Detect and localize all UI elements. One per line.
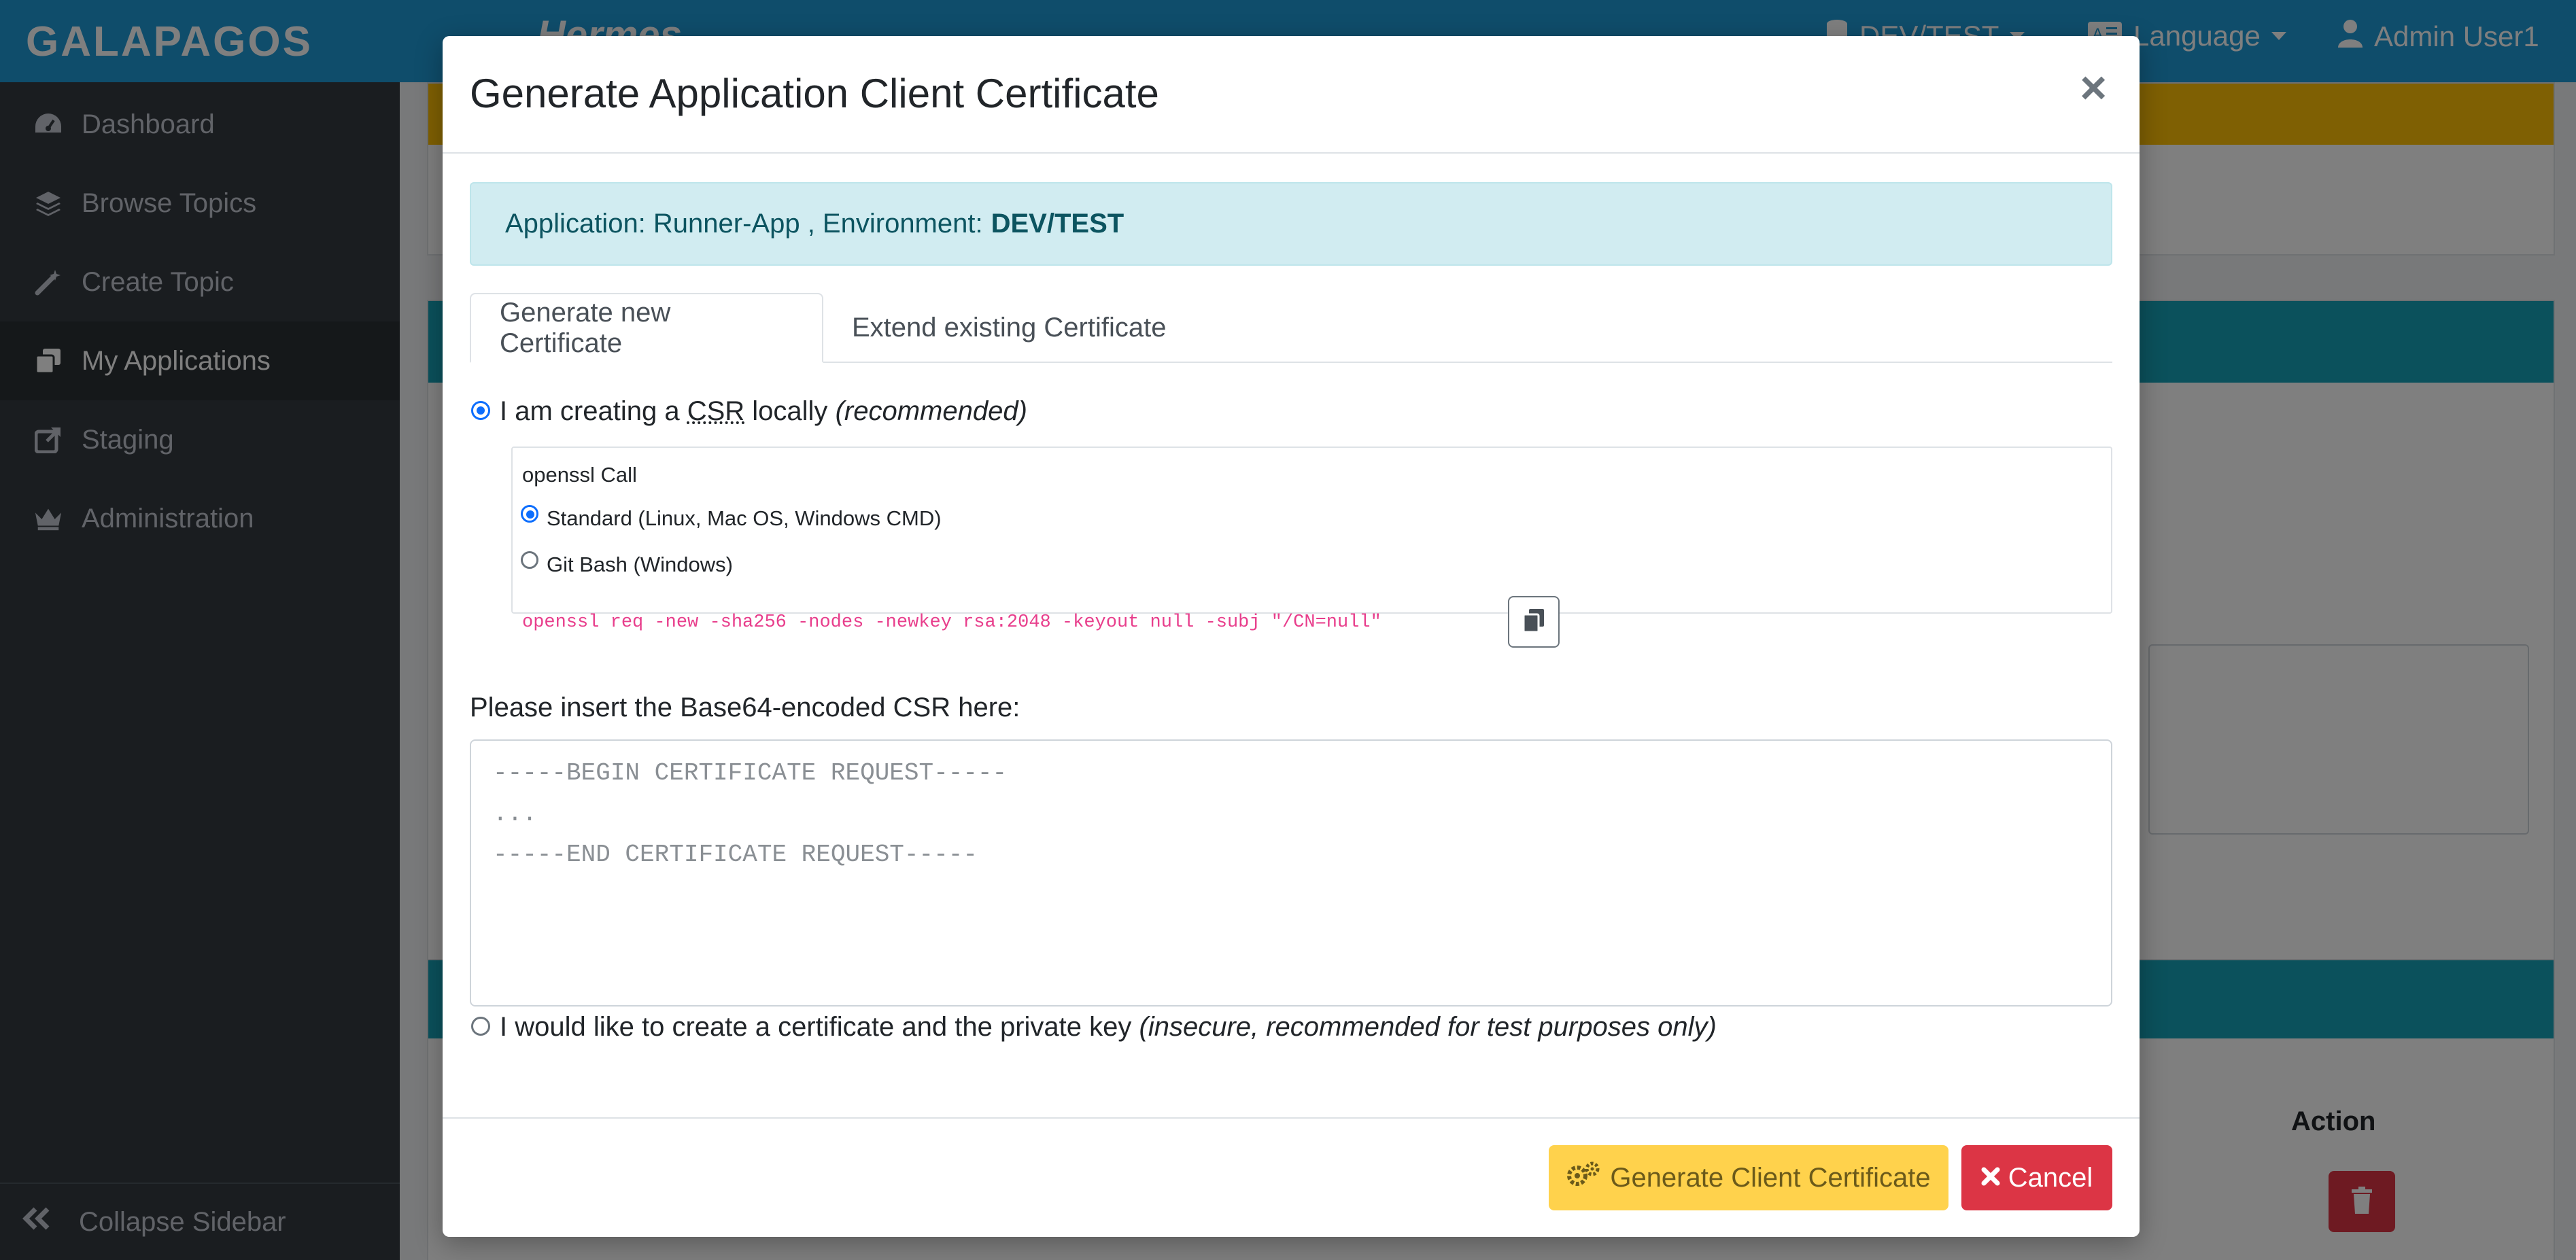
modal-title: Generate Application Client Certificate xyxy=(470,71,1159,116)
create-key-radio[interactable] xyxy=(471,1017,490,1036)
csr-local-label[interactable]: I am creating a CSR locally (recommended… xyxy=(500,396,1027,427)
openssl-gitbash-radio[interactable] xyxy=(521,551,538,569)
generate-certificate-dialog: Generate Application Client Certificate … xyxy=(443,36,2140,1237)
certificate-tabs: Generate new Certificate Extend existing… xyxy=(470,293,2112,363)
close-icon xyxy=(1981,1163,2000,1193)
csr-option-suffix: locally xyxy=(752,396,828,426)
modal-header: Generate Application Client Certificate … xyxy=(443,36,2140,154)
cancel-button[interactable]: Cancel xyxy=(1961,1145,2112,1210)
create-key-label[interactable]: I would like to create a certificate and… xyxy=(500,1012,1717,1043)
csr-abbreviation: CSR xyxy=(687,396,745,426)
openssl-gitbash-label[interactable]: Git Bash (Windows) xyxy=(547,553,733,577)
copy-icon xyxy=(1522,608,1545,637)
csr-input-label: Please insert the Base64-encoded CSR her… xyxy=(470,693,1020,722)
generate-button-label: Generate Client Certificate xyxy=(1610,1162,1931,1193)
openssl-standard-radio[interactable] xyxy=(521,505,538,523)
generate-client-certificate-button[interactable]: Generate Client Certificate xyxy=(1549,1145,1948,1210)
tab-extend-existing-certificate[interactable]: Extend existing Certificate xyxy=(823,293,1195,363)
openssl-command: openssl req -new -sha256 -nodes -newkey … xyxy=(522,612,1381,633)
openssl-call-box: openssl Call Standard (Linux, Mac OS, Wi… xyxy=(511,447,2112,648)
copy-command-button[interactable] xyxy=(1508,596,1560,648)
create-key-note: (insecure, recommended for test purposes… xyxy=(1139,1012,1717,1042)
environment-value: DEV/TEST xyxy=(991,209,1124,239)
openssl-call-title: openssl Call xyxy=(522,463,637,487)
csr-option-prefix: I am creating a xyxy=(500,396,680,426)
csr-textarea[interactable]: -----BEGIN CERTIFICATE REQUEST----- ... … xyxy=(470,739,2112,1007)
application-info-text: Application: Runner-App , Environment: xyxy=(505,209,983,239)
create-key-text: I would like to create a certificate and… xyxy=(500,1012,1132,1042)
openssl-standard-label[interactable]: Standard (Linux, Mac OS, Windows CMD) xyxy=(547,506,942,531)
csr-option-note: (recommended) xyxy=(835,396,1027,426)
csr-local-radio[interactable] xyxy=(471,401,490,420)
close-button[interactable]: × xyxy=(2080,65,2107,111)
application-info-alert: Application: Runner-App , Environment: D… xyxy=(470,182,2112,266)
tab-generate-new-certificate[interactable]: Generate new Certificate xyxy=(470,293,823,363)
gears-icon xyxy=(1566,1161,1602,1195)
cancel-button-label: Cancel xyxy=(2008,1162,2093,1193)
